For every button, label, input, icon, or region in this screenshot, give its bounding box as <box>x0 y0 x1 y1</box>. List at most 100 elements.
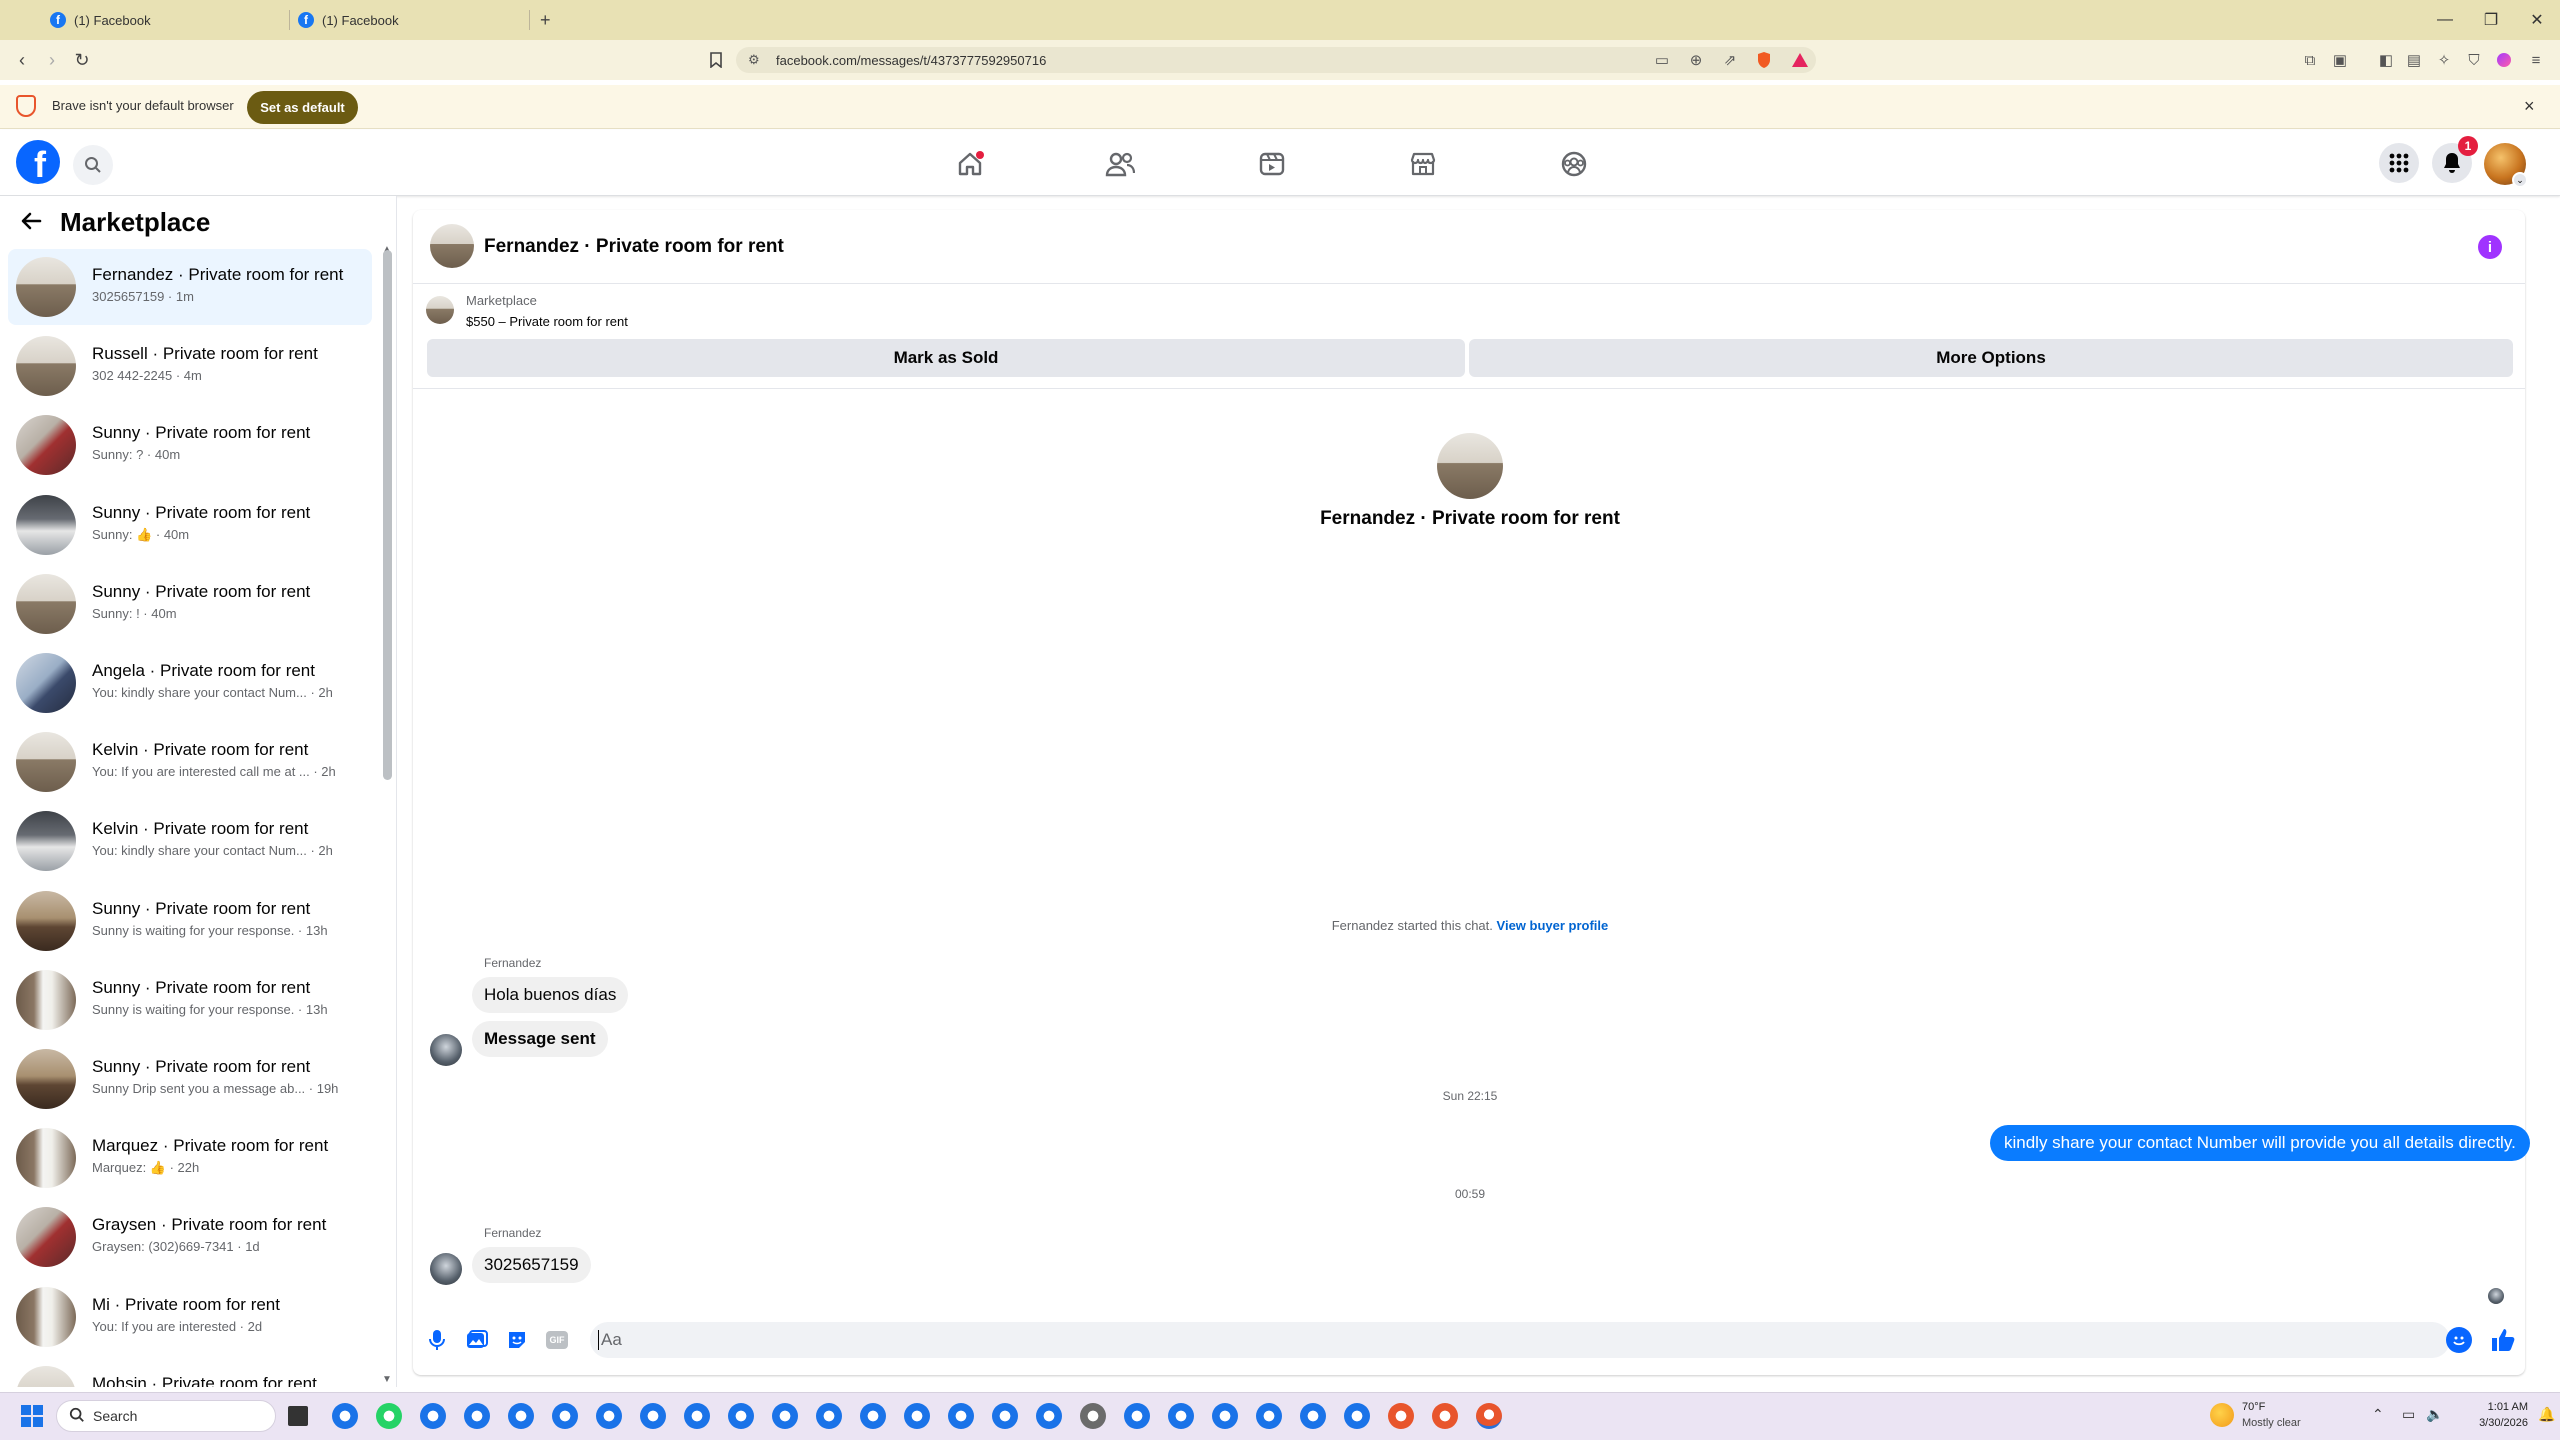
conversation-item[interactable]: Sunny · Private room for rent Sunny Drip … <box>8 1041 372 1117</box>
browser-tab-2[interactable]: f (1) Facebook <box>290 0 530 40</box>
message-input[interactable]: Aa <box>590 1322 2450 1358</box>
wallet-icon[interactable]: ▤ <box>2404 50 2424 70</box>
volume-icon[interactable]: 🔈 <box>2426 1406 2443 1423</box>
taskbar-app-icon[interactable] <box>1256 1403 1282 1429</box>
incoming-message[interactable]: Hola buenos días <box>472 977 629 1013</box>
zoom-icon[interactable]: ⊕ <box>1686 50 1706 70</box>
taskbar-app-icon[interactable] <box>728 1403 754 1429</box>
conversation-item[interactable]: Sunny · Private room for rent Sunny is wa… <box>8 962 372 1038</box>
menu-grid-icon[interactable] <box>2379 143 2419 183</box>
chat-header-avatar[interactable] <box>430 224 474 268</box>
bookmark-icon[interactable] <box>704 48 728 72</box>
taskbar-app-icon[interactable] <box>1432 1403 1458 1429</box>
weather-temperature[interactable]: 70°F <box>2242 1401 2265 1413</box>
clock-date[interactable]: 3/30/2026 <box>2458 1417 2528 1429</box>
taskbar-app-icon[interactable] <box>684 1403 710 1429</box>
leo-ai-icon[interactable]: ✧ <box>2434 50 2454 70</box>
browser-tab-1[interactable]: f (1) Facebook <box>0 0 290 40</box>
taskbar-app-icon[interactable] <box>772 1403 798 1429</box>
account-chevron-icon[interactable]: ⌄ <box>2512 172 2528 188</box>
taskbar-app-icon[interactable] <box>1168 1403 1194 1429</box>
share-icon[interactable]: ⇗ <box>1720 50 1740 70</box>
more-options-button[interactable]: More Options <box>1469 339 2513 377</box>
taskbar-app-icon[interactable] <box>420 1403 446 1429</box>
conversation-item[interactable]: Angela · Private room for rent You: kindl… <box>8 645 372 721</box>
close-infobar-icon[interactable]: × <box>2524 96 2535 117</box>
outgoing-message[interactable]: kindly share your contact Number will pr… <box>1990 1125 2530 1161</box>
taskbar-app-icon[interactable] <box>1080 1403 1106 1429</box>
forward-icon[interactable]: › <box>40 48 64 72</box>
incoming-message[interactable]: 3025657159 <box>472 1247 591 1283</box>
taskbar-app-icon[interactable] <box>1212 1403 1238 1429</box>
thumbs-up-icon[interactable] <box>2488 1325 2518 1355</box>
search-icon[interactable] <box>73 145 113 185</box>
conversation-item[interactable]: Sunny · Private room for rent Sunny: 👍 · … <box>8 487 372 563</box>
home-icon[interactable] <box>910 140 1030 188</box>
taskbar-app-icon[interactable] <box>948 1403 974 1429</box>
sender-avatar[interactable] <box>430 1034 462 1066</box>
brave-rewards-icon[interactable] <box>1790 50 1810 70</box>
close-window-button[interactable]: ✕ <box>2514 0 2560 40</box>
back-arrow-icon[interactable] <box>20 208 42 239</box>
tray-overflow-icon[interactable]: ⌃ <box>2372 1406 2384 1423</box>
listing-title[interactable]: $550 – Private room for rent <box>466 314 628 329</box>
conversation-item[interactable]: Russell · Private room for rent 302 442-2… <box>8 328 372 404</box>
video-icon[interactable] <box>1212 140 1332 188</box>
microphone-icon[interactable] <box>425 1328 449 1352</box>
taskbar-app-icon[interactable] <box>992 1403 1018 1429</box>
taskbar-app-icon[interactable] <box>1476 1403 1502 1429</box>
taskbar-app-icon[interactable] <box>508 1403 534 1429</box>
brave-shields-icon[interactable] <box>1754 50 1774 70</box>
groups-icon[interactable] <box>1514 140 1634 188</box>
taskbar-app-icon[interactable] <box>904 1403 930 1429</box>
conversation-item[interactable]: Graysen · Private room for rent Graysen: … <box>8 1199 372 1275</box>
sticker-icon[interactable] <box>505 1328 529 1352</box>
cast-icon[interactable]: ▭ <box>1652 50 1672 70</box>
view-buyer-profile-link[interactable]: View buyer profile <box>1497 918 1609 933</box>
scroll-down-icon[interactable]: ▼ <box>382 1374 392 1385</box>
listing-thumbnail[interactable] <box>426 296 454 324</box>
incoming-message[interactable]: Message sent <box>472 1021 608 1057</box>
set-as-default-button[interactable]: Set as default <box>247 91 358 124</box>
info-icon[interactable]: i <box>2478 235 2502 259</box>
emoji-icon[interactable] <box>2446 1327 2472 1353</box>
sidebar-scrollbar[interactable] <box>383 250 392 780</box>
taskbar-app-icon[interactable] <box>816 1403 842 1429</box>
marketplace-icon[interactable] <box>1363 140 1483 188</box>
extensions-icon[interactable]: ⧉ <box>2300 50 2320 70</box>
taskbar-app-icon[interactable] <box>376 1403 402 1429</box>
weather-description[interactable]: Mostly clear <box>2242 1417 2301 1429</box>
taskbar-app-icon[interactable] <box>332 1403 358 1429</box>
clock-time[interactable]: 1:01 AM <box>2468 1401 2528 1413</box>
windows-start-icon[interactable] <box>20 1404 44 1428</box>
network-icon[interactable]: ▭ <box>2402 1406 2415 1423</box>
taskbar-app-icon[interactable] <box>1344 1403 1370 1429</box>
taskbar-app-icon[interactable] <box>1300 1403 1326 1429</box>
conversation-item[interactable]: Marquez · Private room for rent Marquez: … <box>8 1120 372 1196</box>
conversation-item[interactable]: Fernandez · Private room for rent 3025657… <box>8 249 372 325</box>
taskbar-app-icon[interactable] <box>552 1403 578 1429</box>
conversation-item[interactable]: Sunny · Private room for rent Sunny: ? · … <box>8 407 372 483</box>
taskbar-search[interactable]: Search <box>56 1400 276 1432</box>
notification-center-icon[interactable]: 🔔 <box>2538 1406 2555 1423</box>
weather-icon[interactable] <box>2210 1403 2234 1427</box>
taskbar-app-icon[interactable] <box>464 1403 490 1429</box>
conversation-item[interactable]: Kelvin · Private room for rent You: kindl… <box>8 803 372 879</box>
taskbar-app-icon[interactable] <box>860 1403 886 1429</box>
conversation-item[interactable]: Sunny · Private room for rent Sunny is wa… <box>8 883 372 959</box>
conversation-item[interactable]: Mi · Private room for rent You: If you ar… <box>8 1279 372 1355</box>
taskbar-app-icon[interactable] <box>596 1403 622 1429</box>
mark-as-sold-button[interactable]: Mark as Sold <box>427 339 1465 377</box>
gif-icon[interactable]: GIF <box>545 1328 569 1352</box>
vpn-icon[interactable]: ⛉ <box>2464 50 2484 70</box>
photo-icon[interactable] <box>465 1328 489 1352</box>
conversation-item[interactable]: Mohsin · Private room for rent <box>8 1358 372 1387</box>
friends-icon[interactable] <box>1060 140 1180 188</box>
menu-icon[interactable]: ≡ <box>2526 50 2546 70</box>
restore-button[interactable]: ❐ <box>2468 0 2514 40</box>
chat-title[interactable]: Fernandez · Private room for rent <box>484 236 784 258</box>
new-tab-button[interactable]: + <box>540 10 551 31</box>
sidebar-icon[interactable]: ◧ <box>2376 50 2396 70</box>
task-view-icon[interactable] <box>288 1406 308 1426</box>
sender-avatar[interactable] <box>430 1253 462 1285</box>
